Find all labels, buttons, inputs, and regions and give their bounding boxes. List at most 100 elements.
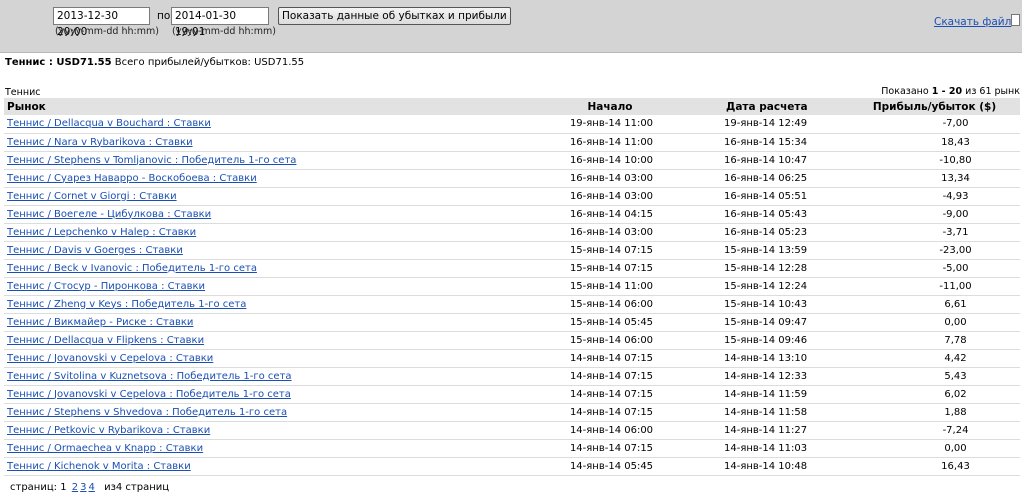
- market-link[interactable]: Теннис / Суарез Наварро - Воскобоева : С…: [7, 173, 257, 184]
- show-profit-loss-button[interactable]: Показать данные об убытках и прибыли: [278, 7, 511, 25]
- start-cell: 15-янв-14 07:15: [479, 259, 684, 278]
- market-link[interactable]: Теннис / Stephens v Tomljanovic : Победи…: [7, 155, 296, 166]
- settled-cell: 14-янв-14 11:03: [684, 439, 849, 458]
- profit-cell: -7,00: [849, 115, 1020, 134]
- market-link[interactable]: Теннис / Petkovic v Rybarikova : Ставки: [7, 425, 210, 436]
- results-count-prefix: Показано: [881, 86, 929, 97]
- profit-cell: 7,78: [849, 331, 1020, 350]
- start-cell: 15-янв-14 06:00: [479, 295, 684, 314]
- profit-cell: 6,61: [849, 295, 1020, 314]
- settled-cell: 16-янв-14 10:47: [684, 151, 849, 170]
- table-row: Теннис / Воегеле - Цибулкова : Ставки 16-…: [4, 205, 1020, 224]
- market-link[interactable]: Теннис / Nara v Rybarikova : Ставки: [7, 137, 193, 148]
- settled-cell: 15-янв-14 12:24: [684, 277, 849, 296]
- settled-cell: 15-янв-14 10:43: [684, 295, 849, 314]
- market-cell: Теннис / Cornet v Giorgi : Ставки: [4, 187, 479, 206]
- market-link[interactable]: Теннис / Викмайер - Риске : Ставки: [7, 317, 193, 328]
- date-separator: по: [157, 10, 171, 22]
- start-cell: 14-янв-14 07:15: [479, 367, 684, 386]
- page-current: 1: [60, 482, 67, 493]
- profit-cell: -7,24: [849, 421, 1020, 440]
- settled-cell: 15-янв-14 12:28: [684, 259, 849, 278]
- start-cell: 14-янв-14 05:45: [479, 457, 684, 476]
- market-cell: Теннис / Zheng v Keys : Победитель 1-го …: [4, 295, 479, 314]
- settled-cell: 16-янв-14 05:43: [684, 205, 849, 224]
- market-link[interactable]: Теннис / Lepchenko v Halep : Ставки: [7, 227, 196, 238]
- table-row: Теннис / Суарез Наварро - Воскобоева : С…: [4, 169, 1020, 188]
- market-cell: Теннис / Dellacqua v Flipkens : Ставки: [4, 331, 479, 350]
- start-cell: 16-янв-14 03:00: [479, 223, 684, 242]
- market-cell: Теннис / Dellacqua v Bouchard : Ставки: [4, 115, 479, 134]
- table-row: Теннис / Zheng v Keys : Победитель 1-го …: [4, 295, 1020, 314]
- settled-cell: 14-янв-14 13:10: [684, 349, 849, 368]
- profit-cell: 13,34: [849, 169, 1020, 188]
- market-cell: Теннис / Стосур - Пиронкова : Ставки: [4, 277, 479, 296]
- market-link[interactable]: Теннис / Svitolina v Kuznetsova : Победи…: [7, 371, 292, 382]
- start-cell: 14-янв-14 07:15: [479, 439, 684, 458]
- profit-cell: -23,00: [849, 241, 1020, 260]
- page-link[interactable]: 4: [89, 482, 95, 493]
- settled-cell: 14-янв-14 11:27: [684, 421, 849, 440]
- start-cell: 15-янв-14 07:15: [479, 241, 684, 260]
- file-icon[interactable]: [1011, 14, 1020, 26]
- profit-cell: 6,02: [849, 385, 1020, 404]
- market-link[interactable]: Теннис / Воегеле - Цибулкова : Ставки: [7, 209, 211, 220]
- page-link[interactable]: 2: [72, 482, 78, 493]
- market-cell: Теннис / Воегеле - Цибулкова : Ставки: [4, 205, 479, 224]
- settled-cell: 16-янв-14 06:25: [684, 169, 849, 188]
- sport-total: Теннис : USD71.55: [5, 57, 112, 68]
- table-row: Теннис / Beck v Ivanovic : Победитель 1-…: [4, 259, 1020, 278]
- market-cell: Теннис / Petkovic v Rybarikova : Ставки: [4, 421, 479, 440]
- market-link[interactable]: Теннис / Dellacqua v Flipkens : Ставки: [7, 335, 204, 346]
- download-file-link[interactable]: Скачать файл: [934, 16, 1011, 28]
- market-link[interactable]: Теннис / Stephens v Shvedova : Победител…: [7, 407, 287, 418]
- results-count-suffix: из 61 рынк: [965, 86, 1020, 97]
- profit-cell: 16,43: [849, 457, 1020, 476]
- market-cell: Теннис / Beck v Ivanovic : Победитель 1-…: [4, 259, 479, 278]
- market-cell: Теннис / Ormaechea v Knapp : Ставки: [4, 439, 479, 458]
- table-row: Теннис / Stephens v Shvedova : Победител…: [4, 403, 1020, 422]
- table-row: Теннис / Викмайер - Риске : Ставки 15-янв…: [4, 313, 1020, 332]
- table-row: Теннис / Jovanovski v Cepelova : Ставки 1…: [4, 349, 1020, 368]
- profit-cell: 4,42: [849, 349, 1020, 368]
- market-link[interactable]: Теннис / Cornet v Giorgi : Ставки: [7, 191, 177, 202]
- table-row: Теннис / Стосур - Пиронкова : Ставки 15-я…: [4, 277, 1020, 296]
- table-row: Теннис / Davis v Goerges : Ставки 15-янв-…: [4, 241, 1020, 260]
- settled-cell: 14-янв-14 10:48: [684, 457, 849, 476]
- table-row: Теннис / Cornet v Giorgi : Ставки 16-янв-…: [4, 187, 1020, 206]
- settled-cell: 16-янв-14 15:34: [684, 133, 849, 152]
- market-link[interactable]: Теннис / Jovanovski v Cepelova : Победит…: [7, 389, 291, 400]
- market-cell: Теннис / Jovanovski v Cepelova : Ставки: [4, 349, 479, 368]
- settled-cell: 14-янв-14 11:58: [684, 403, 849, 422]
- results-count: Показано 1 - 20 из 61 рынк: [881, 86, 1020, 97]
- market-link[interactable]: Теннис / Dellacqua v Bouchard : Ставки: [7, 118, 211, 129]
- market-cell: Теннис / Lepchenko v Halep : Ставки: [4, 223, 479, 242]
- table-row: Теннис / Dellacqua v Bouchard : Ставки 19…: [4, 115, 1020, 134]
- settled-cell: 14-янв-14 11:59: [684, 385, 849, 404]
- filter-bar: 2013-12-30 20:00 по 2014-01-30 19:01 (yy…: [0, 0, 1022, 53]
- all-total-value: USD71.55: [254, 57, 305, 68]
- column-header-market: Рынок: [7, 100, 46, 113]
- start-cell: 15-янв-14 11:00: [479, 277, 684, 296]
- profit-cell: 1,88: [849, 403, 1020, 422]
- market-cell: Теннис / Stephens v Shvedova : Победител…: [4, 403, 479, 422]
- market-cell: Теннис / Stephens v Tomljanovic : Победи…: [4, 151, 479, 170]
- market-link[interactable]: Теннис / Davis v Goerges : Ставки: [7, 245, 183, 256]
- market-link[interactable]: Теннис / Beck v Ivanovic : Победитель 1-…: [7, 263, 257, 274]
- market-cell: Теннис / Jovanovski v Cepelova : Победит…: [4, 385, 479, 404]
- table-row: Теннис / Ormaechea v Knapp : Ставки 14-ян…: [4, 439, 1020, 458]
- market-link[interactable]: Теннис / Стосур - Пиронкова : Ставки: [7, 281, 205, 292]
- table-row: Теннис / Nara v Rybarikova : Ставки 16-ян…: [4, 133, 1020, 152]
- market-link[interactable]: Теннис / Jovanovski v Cepelova : Ставки: [7, 353, 213, 364]
- table-row: Теннис / Dellacqua v Flipkens : Ставки 15…: [4, 331, 1020, 350]
- start-cell: 14-янв-14 07:15: [479, 385, 684, 404]
- market-link[interactable]: Теннис / Ormaechea v Knapp : Ставки: [7, 443, 203, 454]
- page-link[interactable]: 3: [80, 482, 86, 493]
- start-cell: 16-янв-14 10:00: [479, 151, 684, 170]
- date-from-input[interactable]: 2013-12-30 20:00: [53, 7, 150, 38]
- start-cell: 19-янв-14 11:00: [479, 115, 684, 134]
- table-row: Теннис / Stephens v Tomljanovic : Победи…: [4, 151, 1020, 170]
- market-link[interactable]: Теннис / Kichenok v Morita : Ставки: [7, 461, 191, 472]
- market-link[interactable]: Теннис / Zheng v Keys : Победитель 1-го …: [7, 299, 246, 310]
- date-to-input[interactable]: 2014-01-30 19:01: [171, 7, 269, 38]
